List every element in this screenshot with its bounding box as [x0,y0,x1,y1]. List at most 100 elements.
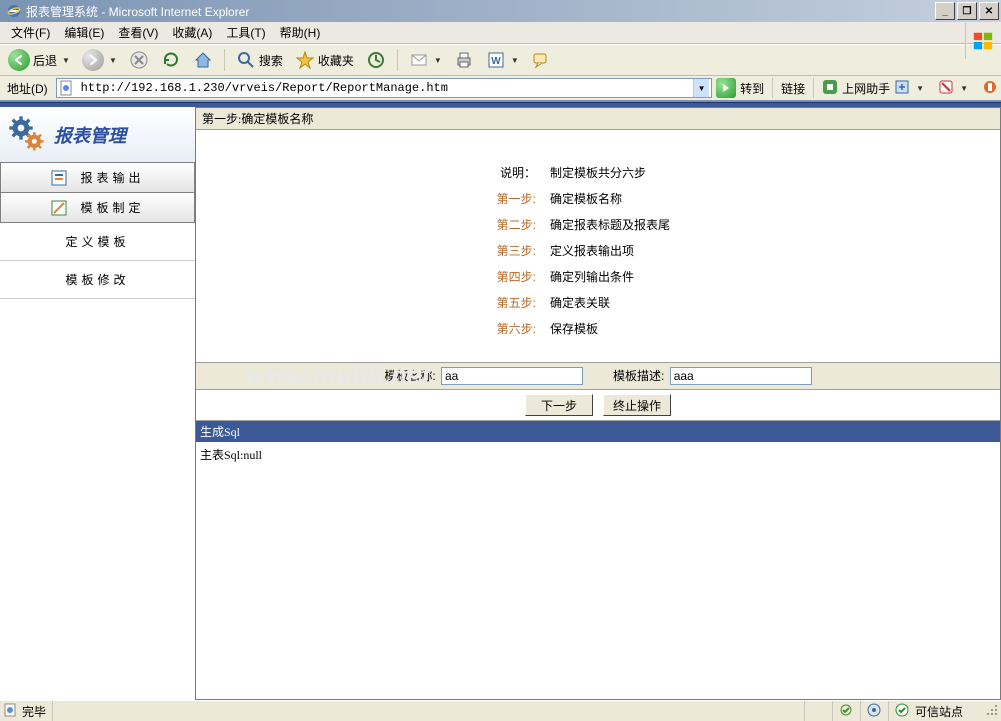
print-button[interactable] [450,48,478,72]
menu-tools[interactable]: 工具(T) [219,22,272,43]
step-title-bar: 第一步:确定模板名称 [196,108,1000,130]
sidebar-header: 报表管理 [0,107,195,163]
sidebar-btn-design-label: 模板制定 [80,199,144,216]
sidebar-sub-modify-label: 模板修改 [65,271,129,288]
status-popup-cell [832,701,860,721]
search-button[interactable]: 搜索 [232,48,287,72]
menu-fav[interactable]: 收藏(A) [165,22,219,43]
content-area: 报表管理 报表输出 模板制定 定义模板 模板修改 第一步:确定模板名称 www.… [0,107,1001,700]
status-spacer [52,701,804,721]
menu-file[interactable]: 文件(F) [4,22,57,43]
step-key: 第一步: [476,186,536,212]
toolbar-separator [224,49,225,71]
step-key: 第三步: [476,238,536,264]
sidebar-sub-define[interactable]: 定义模板 [0,223,195,261]
maximize-button[interactable]: ❐ [957,2,977,20]
step-key: 第五步: [476,290,536,316]
go-button[interactable] [716,78,736,98]
template-name-input[interactable] [441,367,583,385]
print-icon [454,50,474,70]
minimize-button[interactable]: _ [935,2,955,20]
ad-dropdown-icon[interactable]: ▼ [960,84,968,93]
sql-filler [196,467,1000,699]
menu-bar: 文件(F) 编辑(E) 查看(V) 收藏(A) 工具(T) 帮助(H) [0,22,1001,44]
refresh-icon [161,50,181,70]
menu-view[interactable]: 查看(V) [111,22,165,43]
step-val: 确定报表标题及报表尾 [550,212,670,238]
desc-value: 制定模板共分六步 [550,160,646,186]
helper-settings-icon[interactable] [894,79,910,98]
svg-text:W: W [491,56,501,67]
search-icon [236,50,256,70]
helper-icon [822,79,838,98]
step-val: 确定模板名称 [550,186,622,212]
history-button[interactable] [362,48,390,72]
ie-logo-icon [6,3,22,19]
status-shield-cell [860,701,888,721]
back-label: 后退 [33,52,57,69]
close-button[interactable]: ✕ [979,2,999,20]
window-title: 报表管理系统 - Microsoft Internet Explorer [26,3,935,20]
form-bar: 模板名称: 模板描述: [196,362,1000,390]
status-empty-cell [804,701,832,721]
home-button[interactable] [189,48,217,72]
status-done-label: 完毕 [22,703,46,720]
back-dropdown-icon: ▼ [62,56,70,65]
links-label[interactable]: 链接 [781,80,805,97]
search-label: 搜索 [259,52,283,69]
addr-separator [772,78,773,98]
template-desc-input[interactable] [670,367,812,385]
address-input[interactable] [79,80,693,96]
helper-label[interactable]: 上网助手 [842,80,890,97]
ad-block-icon[interactable] [938,79,954,98]
step-key: 第二步: [476,212,536,238]
button-bar: 下一步 终止操作 [196,390,1000,421]
cleanup-icon[interactable] [982,79,998,98]
forward-arrow-icon [82,49,104,71]
template-design-icon [50,199,68,217]
favorites-label: 收藏夹 [318,52,354,69]
report-output-icon [50,169,68,187]
popup-block-icon [839,703,853,720]
step-val: 保存模板 [550,316,598,342]
menu-edit[interactable]: 编辑(E) [57,22,111,43]
done-icon [4,703,18,720]
history-icon [366,50,386,70]
discuss-button[interactable] [527,48,555,72]
go-label: 转到 [740,80,764,97]
sidebar-sub-modify[interactable]: 模板修改 [0,261,195,299]
mail-dropdown-icon: ▼ [434,56,442,65]
refresh-button[interactable] [157,48,185,72]
sidebar-btn-output[interactable]: 报表输出 [0,163,195,193]
forward-dropdown-icon: ▼ [109,56,117,65]
status-done-cell: 完毕 [0,701,52,721]
helper-dropdown-icon[interactable]: ▼ [916,84,924,93]
step-key: 第四步: [476,264,536,290]
address-dropdown-icon[interactable]: ▼ [693,79,709,97]
favorites-button[interactable]: 收藏夹 [291,48,358,72]
discuss-icon [531,50,551,70]
step-val: 确定表关联 [550,290,610,316]
gears-icon [6,113,46,156]
stop-button[interactable] [125,48,153,72]
home-icon [193,50,213,70]
edit-word-icon: W [486,50,506,70]
address-bar: 地址(D) ▼ 转到 链接 上网助手 ▼ ▼ [0,76,1001,102]
sidebar-btn-design[interactable]: 模板制定 [0,193,195,223]
template-desc-label: 模板描述: [613,369,664,383]
trusted-zone-icon [895,703,909,720]
step-title: 第一步:确定模板名称 [202,110,313,127]
step-key: 第六步: [476,316,536,342]
next-button[interactable]: 下一步 [525,394,593,416]
status-bar: 完毕 可信站点 [0,700,1001,721]
edit-button[interactable]: W ▼ [482,48,523,72]
back-button[interactable]: 后退 ▼ [4,47,74,73]
forward-button[interactable]: ▼ [78,47,121,73]
stop-button[interactable]: 终止操作 [603,394,671,416]
resize-grip[interactable] [983,703,1001,719]
address-label: 地址(D) [3,80,52,97]
mail-button[interactable]: ▼ [405,48,446,72]
sql-header: 生成Sql [196,421,1000,442]
menu-help[interactable]: 帮助(H) [273,22,328,43]
description-area: www.niubb.net 说明： 制定模板共分六步 第一步:确定模板名称 第二… [196,130,1000,362]
